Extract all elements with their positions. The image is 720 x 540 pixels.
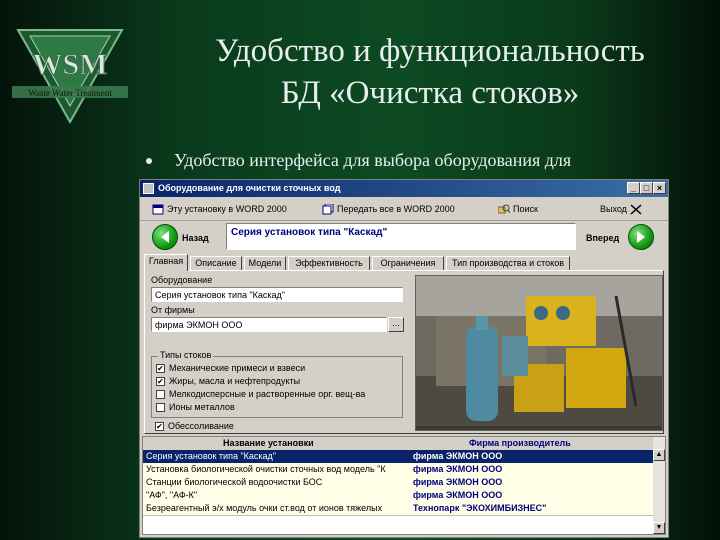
equipment-table: Название установки Фирма производитель С…: [142, 436, 666, 535]
forward-button[interactable]: [628, 224, 654, 250]
slide-title-line2: БД «Очистка стоков»: [280, 75, 580, 111]
column-header-firm[interactable]: Фирма производитель: [469, 438, 571, 448]
title-bar[interactable]: Оборудование для очистки сточных вод _ □…: [140, 180, 668, 197]
close-button[interactable]: ×: [653, 182, 666, 194]
back-label[interactable]: Назад: [182, 233, 209, 243]
bullet-text: Удобство интерфейса для выбора оборудова…: [174, 150, 572, 170]
waste-types-label: Типы стоков: [158, 350, 214, 360]
checkbox-mechanical-label: Механические примеси и взвеси: [169, 363, 306, 373]
tab-restrictions[interactable]: Ограничения: [372, 256, 444, 270]
checkbox-mechanical[interactable]: ✔ Механические примеси и взвеси: [156, 363, 305, 373]
word-all-icon: [322, 203, 334, 214]
scroll-down-icon[interactable]: ▼: [653, 522, 665, 534]
firm-label: От фирмы: [151, 305, 195, 315]
row-firm: фирма ЭКМОН ООО: [413, 464, 503, 474]
checkbox-organic-box[interactable]: [156, 389, 165, 399]
wsm-logo: WSM Waste Water Treatment: [10, 26, 130, 126]
back-button[interactable]: [152, 224, 178, 250]
slide-title-line1: Удобство и функциональность: [215, 33, 645, 69]
exit-label: Выход: [600, 204, 627, 214]
table-row[interactable]: Установка биологической очистки сточных …: [143, 463, 653, 477]
row-name: Станции биологической водоочистки БОС: [146, 477, 323, 487]
slide-title: Удобство и функциональность БД «Очистка …: [140, 30, 720, 114]
checkbox-fats-box[interactable]: ✔: [156, 376, 165, 386]
row-firm: фирма ЭКМОН ООО: [413, 451, 503, 461]
export-one-word-label: Эту установку в WORD 2000: [167, 204, 287, 214]
table-scrollbar[interactable]: ▲ ▼: [653, 437, 665, 534]
checkbox-fats[interactable]: ✔ Жиры, масла и нефтепродукты: [156, 376, 300, 386]
checkbox-organic[interactable]: Мелкодисперсные и растворенные орг. вещ-…: [156, 389, 365, 399]
search-label: Поиск: [513, 204, 538, 214]
search-icon: [498, 204, 510, 213]
checkbox-desalination[interactable]: ✔ Обессоливание: [155, 421, 234, 431]
firm-browse-button[interactable]: ...: [388, 317, 404, 332]
toolbar: Эту установку в WORD 2000 Передать все в…: [140, 198, 668, 221]
row-name: Серия установок типа "Каскад": [146, 451, 276, 461]
app-icon: [143, 183, 154, 194]
export-all-word-label: Передать все в WORD 2000: [337, 204, 455, 214]
checkbox-desalination-label: Обессоливание: [168, 421, 234, 431]
firm-field[interactable]: фирма ЭКМОН ООО: [151, 317, 387, 332]
tab-bar: Главная Описание Модели Эффективность Ог…: [144, 254, 664, 271]
checkbox-metal-ions-box[interactable]: [156, 402, 165, 412]
tab-production-type[interactable]: Тип производства и стоков: [446, 256, 570, 270]
row-firm: фирма ЭКМОН ООО: [413, 490, 503, 500]
row-firm: Технопарк "ЭКОХИМБИЗНЕС": [413, 503, 547, 513]
column-header-name[interactable]: Название установки: [223, 438, 314, 448]
search-button[interactable]: Поиск: [498, 202, 538, 216]
table-header: Название установки Фирма производитель: [143, 437, 653, 451]
row-name: Установка биологической очистки сточных …: [146, 464, 386, 474]
checkbox-mechanical-box[interactable]: ✔: [156, 363, 165, 373]
tab-models[interactable]: Модели: [244, 256, 286, 270]
export-one-word-button[interactable]: Эту установку в WORD 2000: [152, 202, 287, 216]
exit-icon: [630, 203, 642, 215]
app-window: Оборудование для очистки сточных вод _ □…: [139, 179, 669, 538]
scroll-up-icon[interactable]: ▲: [653, 449, 665, 461]
arrow-left-icon: [161, 231, 169, 243]
equipment-field[interactable]: Серия установок типа "Каскад": [151, 287, 403, 302]
window-title: Оборудование для очистки сточных вод: [158, 183, 341, 193]
table-row[interactable]: Станции биологической водоочистки БОС фи…: [143, 476, 653, 490]
table-row[interactable]: "АФ", "АФ-К" фирма ЭКМОН ООО: [143, 489, 653, 503]
waste-types-group: Типы стоков ✔ Механические примеси и взв…: [151, 350, 403, 418]
checkbox-desalination-box[interactable]: ✔: [155, 421, 164, 431]
equipment-photo: [415, 275, 663, 431]
tab-efficiency[interactable]: Эффективность: [288, 256, 370, 270]
checkbox-metal-ions[interactable]: Ионы металлов: [156, 402, 235, 412]
svg-text:WSM: WSM: [33, 48, 108, 81]
forward-label[interactable]: Вперед: [586, 233, 619, 243]
row-name: Безреагентный э/х модуль очки ст.вод от …: [146, 503, 383, 513]
word-icon: [152, 204, 164, 214]
exit-button[interactable]: Выход: [600, 202, 642, 216]
table-row[interactable]: Безреагентный э/х модуль очки ст.вод от …: [143, 502, 653, 516]
tab-description[interactable]: Описание: [190, 256, 242, 270]
bullet-dot: [146, 158, 152, 164]
tab-main[interactable]: Главная: [144, 254, 188, 271]
table-row[interactable]: Серия установок типа "Каскад" фирма ЭКМО…: [143, 450, 653, 464]
row-name: "АФ", "АФ-К": [146, 490, 198, 500]
series-name-field: Серия установок типа "Каскад": [226, 223, 576, 250]
row-firm: фирма ЭКМОН ООО: [413, 477, 503, 487]
maximize-button[interactable]: □: [640, 182, 653, 194]
checkbox-organic-label: Мелкодисперсные и растворенные орг. вещ-…: [169, 389, 366, 399]
checkbox-metal-ions-label: Ионы металлов: [169, 402, 235, 412]
equipment-label: Оборудование: [151, 275, 213, 285]
minimize-button[interactable]: _: [627, 182, 640, 194]
checkbox-fats-label: Жиры, масла и нефтепродукты: [169, 376, 301, 386]
main-tab-panel: Оборудование Серия установок типа "Каска…: [144, 270, 664, 434]
arrow-right-icon: [637, 231, 645, 243]
export-all-word-button[interactable]: Передать все в WORD 2000: [322, 202, 455, 216]
svg-text:Waste Water Treatment: Waste Water Treatment: [28, 88, 112, 98]
navigation-row: Назад Серия установок типа "Каскад" Впер…: [140, 221, 668, 255]
